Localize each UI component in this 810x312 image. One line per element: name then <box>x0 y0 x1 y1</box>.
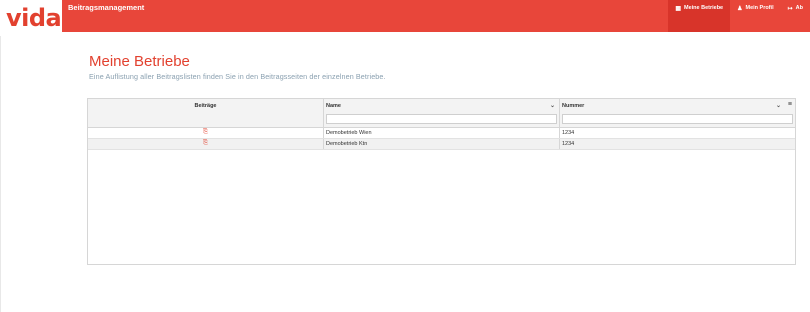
beitraege-link-icon[interactable]: ⎘ <box>88 128 324 138</box>
column-header-nummer[interactable]: Nummer ⌄ ≡ <box>560 99 795 127</box>
nav-item-meine-betriebe[interactable]: ▦ Meine Betriebe <box>668 0 731 32</box>
menu-icon[interactable]: ≡ <box>788 101 792 108</box>
table-row[interactable]: ⎘ Demobetrieb Wien 1234 <box>88 128 795 139</box>
nav-item-abmelden[interactable]: ↦ Ab <box>781 0 810 24</box>
name-cell: Demobetrieb Wien <box>324 128 560 138</box>
nav-item-label: Ab <box>795 5 803 11</box>
name-filter-input[interactable] <box>326 114 557 124</box>
nav-item-label: Meine Betriebe <box>683 5 724 11</box>
name-cell: Demobetrieb Ktn <box>324 139 560 149</box>
nav-item-mein-profil[interactable]: ♟ Mein Profil <box>730 0 781 24</box>
grid-header: Beiträge Name ⌄ Nummer ⌄ ≡ <box>88 99 795 128</box>
column-header-name[interactable]: Name ⌄ <box>324 99 560 127</box>
page-title: Meine Betriebe <box>89 53 190 70</box>
left-divider <box>0 36 1 312</box>
table-row[interactable]: ⎘ Demobetrieb Ktn 1234 <box>88 139 795 150</box>
column-header-label: Name <box>326 103 341 109</box>
column-header-beitraege[interactable]: Beiträge <box>88 99 324 127</box>
page-subtitle: Eine Auflistung aller Beitragslisten fin… <box>89 72 386 81</box>
beitraege-link-icon[interactable]: ⎘ <box>88 139 324 149</box>
column-header-label: Beiträge <box>194 103 217 109</box>
building-icon: ▦ <box>675 5 681 12</box>
user-icon: ♟ <box>737 5 743 12</box>
chevron-down-icon[interactable]: ⌄ <box>776 102 781 109</box>
vida-logo[interactable]: vida <box>0 4 62 36</box>
nummer-filter-input[interactable] <box>562 114 793 124</box>
top-navbar: Beitragsmanagement ▦ Meine Betriebe ♟ Me… <box>62 0 810 32</box>
nav-item-label: Mein Profil <box>745 5 774 11</box>
brand-title[interactable]: Beitragsmanagement <box>62 3 668 12</box>
column-header-label: Nummer <box>562 103 585 109</box>
chevron-down-icon[interactable]: ⌄ <box>550 102 555 109</box>
betriebe-grid: Beiträge Name ⌄ Nummer ⌄ ≡ ⎘ Demobetrieb… <box>87 98 796 265</box>
nummer-cell: 1234 <box>562 141 575 147</box>
logout-icon: ↦ <box>787 5 793 12</box>
nummer-cell: 1234 <box>562 130 575 136</box>
nav-items: ▦ Meine Betriebe ♟ Mein Profil ↦ Ab <box>668 0 810 32</box>
